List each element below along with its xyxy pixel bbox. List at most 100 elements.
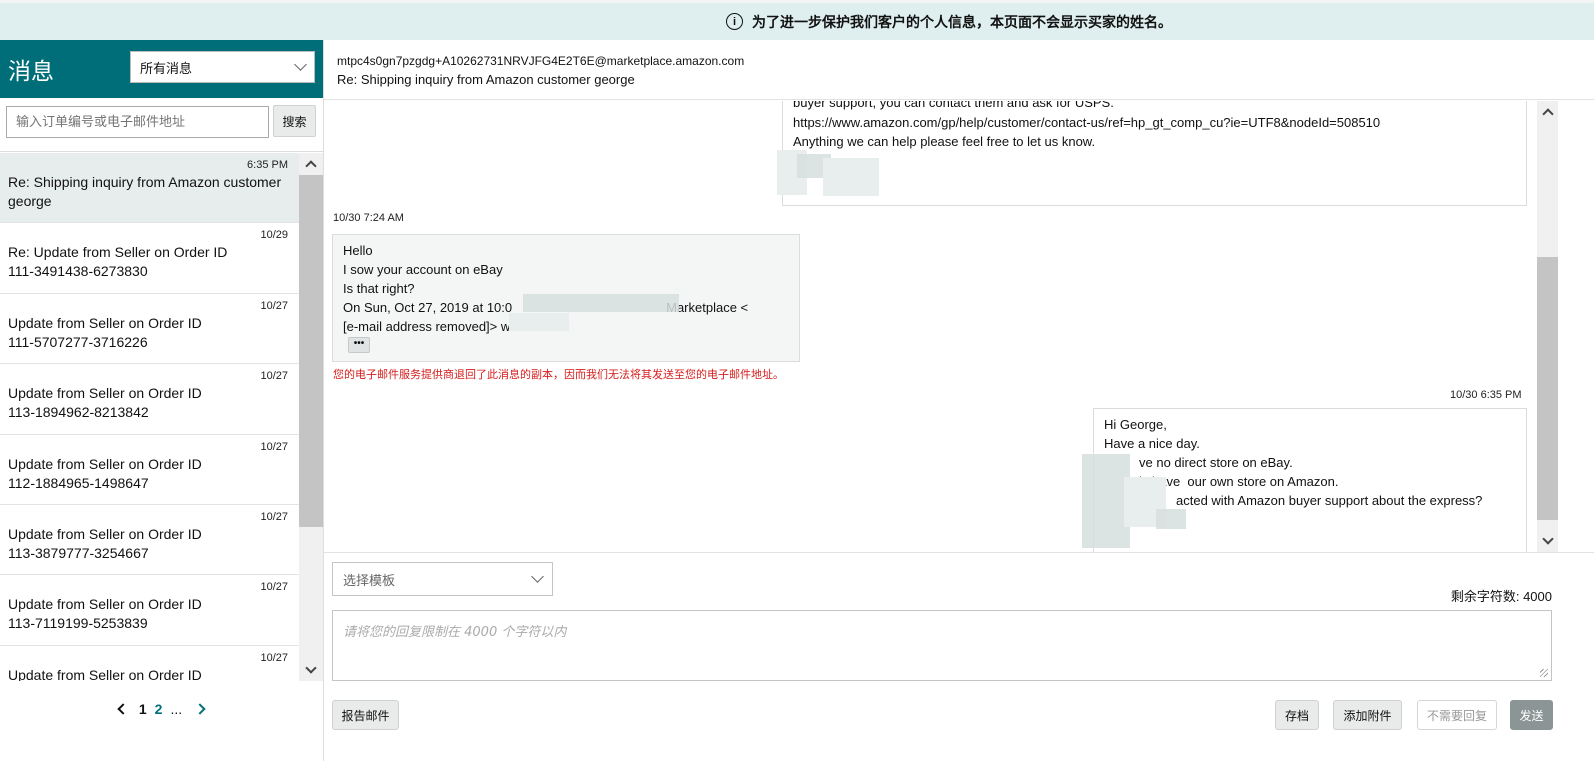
message-list: 6:35 PM Re: Shipping inquiry from Amazon… bbox=[0, 153, 299, 681]
report-email-button[interactable]: 报告邮件 bbox=[332, 700, 399, 730]
sidebar-header: 消息 所有消息 bbox=[0, 40, 323, 98]
reply-textarea[interactable]: 请将您的回复限制在 4000 个字符以内 bbox=[332, 610, 1552, 681]
message-order-id: 113-1894962-8213842 bbox=[8, 404, 149, 421]
message-subject: Re: Update from Seller on Order ID 111-3… bbox=[8, 243, 291, 281]
redacted-area bbox=[1082, 454, 1130, 548]
scroll-up-button[interactable] bbox=[1537, 101, 1558, 123]
chevron-down-icon bbox=[1541, 533, 1554, 545]
list-item[interactable]: 6:35 PM Re: Shipping inquiry from Amazon… bbox=[0, 153, 299, 224]
message-line-text: acted with Amazon buyer support about th… bbox=[1176, 493, 1483, 508]
chevron-down-icon bbox=[294, 58, 307, 71]
chevron-right-icon[interactable] bbox=[194, 703, 206, 715]
message-subject-text: Update from Seller on Order ID bbox=[8, 666, 202, 681]
message-subject: Re: Shipping inquiry from Amazon custome… bbox=[8, 174, 282, 209]
message-subject-text: Update from Seller on Order ID bbox=[8, 385, 202, 402]
reply-composer: 选择模板 剩余字符数: 4000 请将您的回复限制在 4000 个字符以内 报告… bbox=[324, 552, 1594, 761]
page-current: 1 bbox=[138, 701, 147, 717]
list-item[interactable]: 10/29 Re: Update from Seller on Order ID… bbox=[0, 223, 299, 294]
message-order-id: 112-1884965-1498647 bbox=[8, 474, 149, 491]
no-reply-needed-button[interactable]: 不需要回复 bbox=[1417, 700, 1497, 730]
add-attachment-button[interactable]: 添加附件 bbox=[1333, 700, 1402, 730]
scroll-down-button[interactable] bbox=[299, 659, 323, 681]
conversation-subject: Re: Shipping inquiry from Amazon custome… bbox=[337, 72, 635, 87]
message-date: 10/29 bbox=[260, 229, 288, 242]
message-date: 6:35 PM bbox=[247, 159, 288, 171]
message-line: Hi George, bbox=[1104, 417, 1167, 432]
message-subject: Update from Seller on Order ID 113-18949… bbox=[8, 384, 291, 422]
archive-button[interactable]: 存档 bbox=[1275, 700, 1319, 730]
search-row: 搜索 bbox=[0, 98, 323, 152]
message-date: 10/27 bbox=[260, 651, 288, 664]
scroll-down-button[interactable] bbox=[1537, 530, 1558, 552]
redacted-area bbox=[1156, 509, 1186, 529]
info-icon: i bbox=[726, 13, 743, 30]
seller-messages-app: i 为了进一步保护我们客户的个人信息，本页面不会显示买家的姓名。 消息 所有消息… bbox=[0, 0, 1594, 761]
outgoing-message: buyer support, you can contact them and … bbox=[777, 101, 1527, 206]
list-item[interactable]: 10/27 Update from Seller on Order ID bbox=[0, 646, 299, 681]
list-item[interactable]: 10/27 Update from Seller on Order ID 113… bbox=[0, 364, 299, 435]
message-line-text: On Sun, Oct 27, 2019 at 10:0 bbox=[343, 300, 513, 315]
pagination: 1 2 ... bbox=[0, 695, 323, 723]
message-date: 10/27 bbox=[260, 581, 288, 594]
chevron-up-icon bbox=[305, 160, 317, 172]
message-line-text: ve no direct store on eBay. bbox=[1139, 455, 1293, 470]
thread-scrollbar[interactable] bbox=[1537, 101, 1558, 552]
message-subject-text: Update from Seller on Order ID bbox=[8, 525, 202, 542]
bounce-notice: 您的电子邮件服务提供商退回了此消息的副本，因而我们无法将其发送至您的电子邮件地址… bbox=[333, 368, 784, 381]
show-more-button[interactable]: ••• bbox=[348, 337, 370, 353]
chevron-left-icon[interactable] bbox=[117, 703, 129, 715]
message-subject: Update from Seller on Order ID 113-38797… bbox=[8, 525, 291, 563]
scroll-up-button[interactable] bbox=[299, 153, 323, 175]
filter-selected-value: 所有消息 bbox=[140, 60, 193, 76]
chevron-up-icon bbox=[1541, 108, 1554, 120]
message-subject-text: Update from Seller on Order ID bbox=[8, 455, 202, 472]
resize-handle-icon[interactable] bbox=[1540, 669, 1548, 677]
search-button[interactable]: 搜索 bbox=[273, 105, 316, 137]
message-subject-text: Update from Seller on Order ID bbox=[8, 596, 202, 613]
remaining-chars: 剩余字符数: 4000 bbox=[1450, 589, 1552, 604]
list-item[interactable]: 10/27 Update from Seller on Order ID 113… bbox=[0, 505, 299, 576]
message-line: https://www.amazon.com/gp/help/customer/… bbox=[793, 115, 1381, 130]
scrollbar-thumb[interactable] bbox=[299, 175, 323, 527]
message-subject: Update from Seller on Order ID 111-57072… bbox=[8, 314, 291, 352]
message-subject: Update from Seller on Order ID bbox=[8, 666, 291, 681]
send-button[interactable]: 发送 bbox=[1510, 700, 1553, 730]
message-subject: Update from Seller on Order ID 112-18849… bbox=[8, 455, 291, 493]
redacted-area bbox=[509, 313, 569, 331]
template-select[interactable]: 选择模板 bbox=[332, 562, 553, 596]
message-date: 10/27 bbox=[260, 370, 288, 383]
page-ellipsis: ... bbox=[170, 701, 183, 717]
privacy-notice-text: 为了进一步保护我们客户的个人信息，本页面不会显示买家的姓名。 bbox=[752, 13, 1172, 30]
message-line: Have a nice day. bbox=[1104, 436, 1200, 451]
reply-placeholder: 请将您的回复限制在 4000 个字符以内 bbox=[343, 625, 567, 640]
privacy-notice-banner: i 为了进一步保护我们客户的个人信息，本页面不会显示买家的姓名。 bbox=[0, 0, 1594, 40]
message-line: Hello bbox=[343, 243, 373, 258]
redacted-area bbox=[823, 158, 879, 196]
list-item[interactable]: 10/27 Update from Seller on Order ID 112… bbox=[0, 435, 299, 505]
message-line: ve no direct store on eBay. bbox=[1104, 453, 1516, 472]
chevron-down-icon bbox=[531, 570, 544, 583]
message-date: 10/27 bbox=[260, 299, 288, 312]
message-timestamp: 10/30 7:24 AM bbox=[333, 212, 404, 224]
message-filter-select[interactable]: 所有消息 bbox=[130, 51, 315, 83]
conversation-header: mtpc4s0gn7pzgdg+A10262731NRVJFG4E2T6E@ma… bbox=[324, 40, 1594, 100]
page-link-2[interactable]: 2 bbox=[155, 701, 163, 717]
message-line-text: ly have our own store on Amazon. bbox=[1139, 474, 1339, 489]
template-select-placeholder: 选择模板 bbox=[343, 572, 396, 588]
message-thread: buyer support, you can contact them and … bbox=[324, 101, 1537, 552]
chevron-down-icon bbox=[305, 662, 317, 674]
message-date: 10/27 bbox=[260, 510, 288, 523]
message-subject-text: Update from Seller on Order ID bbox=[8, 314, 202, 331]
list-item[interactable]: 10/27 Update from Seller on Order ID 113… bbox=[0, 575, 299, 646]
list-item[interactable]: 10/27 Update from Seller on Order ID 111… bbox=[0, 294, 299, 365]
message-order-id: 111-3491438-6273830 bbox=[8, 263, 148, 280]
outgoing-message: Hi George, Have a nice day. ve no direct… bbox=[1082, 408, 1527, 552]
message-subject-text: Re: Update from Seller on Order ID bbox=[8, 244, 228, 261]
message-line: Anything we can help please feel free to… bbox=[793, 134, 1096, 149]
sidebar-title: 消息 bbox=[8, 58, 54, 84]
search-input[interactable] bbox=[6, 106, 269, 138]
message-list-scrollbar[interactable] bbox=[299, 153, 323, 681]
scrollbar-thumb[interactable] bbox=[1537, 257, 1558, 520]
message-subject: Update from Seller on Order ID 113-71191… bbox=[8, 595, 291, 633]
message-timestamp: 10/30 6:35 PM bbox=[1450, 389, 1522, 401]
